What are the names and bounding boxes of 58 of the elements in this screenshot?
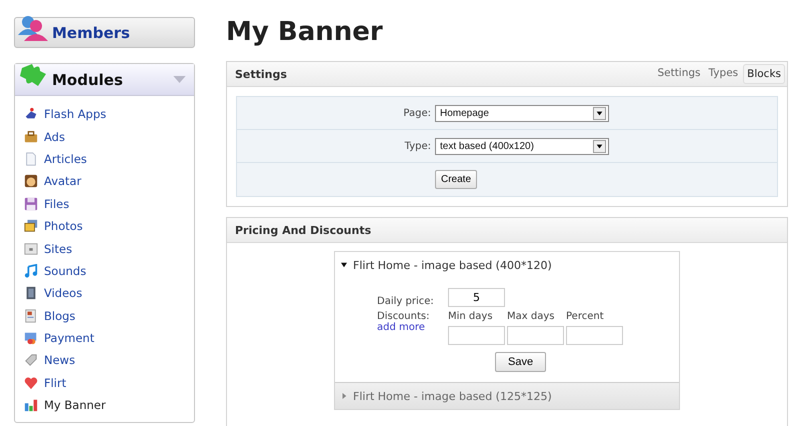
accordion-title: Flirt Home - image based (400*120) [353,258,552,272]
create-button[interactable]: Create [435,170,478,189]
field-label: Type: [404,140,431,152]
input-field[interactable] [566,326,623,345]
field-label: Page: [402,108,431,118]
dropdown-field[interactable]: text based (400x120) [435,138,609,154]
page-title: My Banner [226,17,384,47]
accordion-title: Flirt Home - image based (125*125) [353,390,552,402]
photos-icon [24,219,38,234]
sidebar-item[interactable]: Articles [44,152,87,166]
sidebar-item[interactable]: Files [44,196,70,211]
sidebar-item[interactable]: Photos [44,219,83,234]
sidebar-item[interactable]: My Banner [44,398,106,412]
sidebar-item[interactable]: Ads [44,130,65,144]
sidebar-item[interactable]: Avatar [44,174,82,188]
heart-icon [24,376,38,390]
newspaper-icon [24,308,38,323]
briefcase-icon [24,130,38,144]
members-label: Members [52,24,130,42]
puzzle-piece-icon [18,62,48,88]
window-icon [24,242,38,256]
sidebar-item[interactable]: Flirt [44,376,66,390]
dropdown-field[interactable]: Homepage [435,104,609,122]
modules-label: Modules [52,70,124,88]
column-label: Percent [566,311,605,322]
bar-chart-icon [24,398,38,412]
add-more-link[interactable]: add more [377,322,447,333]
panel-title: Pricing And Discounts [235,224,372,236]
panel-title: Settings [235,68,287,80]
tag-icon [24,353,38,368]
tab[interactable]: Blocks [743,64,785,84]
tab[interactable]: Settings [654,64,704,84]
tab[interactable]: Types [706,64,742,84]
save-button[interactable]: Save [495,352,546,372]
field-label: Discounts: [377,311,430,322]
sidebar-item[interactable]: Sites [44,242,72,256]
sidebar-item[interactable]: News [44,353,76,368]
sidebar-item[interactable]: Sounds [44,264,86,278]
sidebar-item[interactable]: Videos [44,286,82,300]
field-label: Daily price: [377,296,435,307]
column-label: Min days [448,311,494,322]
accordion-header[interactable]: Flirt Home - image based (125*125) [335,382,679,409]
sidebar-item[interactable]: Blogs [44,308,76,323]
members-panel[interactable]: Members [14,17,195,48]
accordion-header[interactable]: Flirt Home - image based (400*120) [335,252,679,278]
people-icon [18,14,48,40]
caret-icon[interactable] [173,76,186,83]
modules-header[interactable]: Modules [15,64,194,96]
sidebar-item[interactable]: Flash Apps [44,107,106,122]
input-field[interactable] [448,326,505,345]
input-field[interactable] [507,326,564,345]
column-label: Max days [507,311,556,322]
document-icon [24,152,38,166]
price-field[interactable]: 5 [448,288,505,307]
film-icon [24,286,38,300]
sidebar-item[interactable]: Payment [44,331,94,346]
card-icon [24,331,38,346]
music-note-icon [24,264,38,278]
